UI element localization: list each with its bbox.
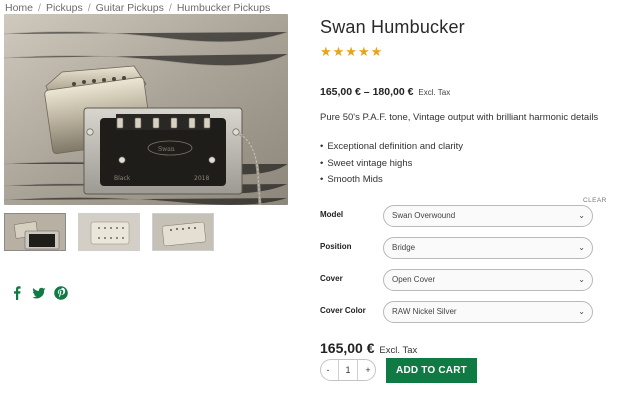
- rating-stars: ★★★★★: [320, 44, 384, 59]
- feature-list: Exceptional definition and clarity Sweet…: [320, 139, 463, 189]
- pickup-photo: Swan Black 2018: [4, 14, 288, 205]
- product-description: Pure 50's P.A.F. tone, Vintage output wi…: [320, 112, 599, 123]
- quantity-increase-button[interactable]: +: [361, 365, 375, 375]
- cover-select[interactable]: Open Cover ⌄: [383, 269, 593, 291]
- chevron-down-icon: ⌄: [578, 211, 585, 220]
- product-main-image[interactable]: Swan Black 2018: [4, 14, 288, 205]
- feature-item: Smooth Mids: [320, 172, 463, 189]
- breadcrumb-humbucker-pickups[interactable]: Humbucker Pickups: [177, 2, 270, 14]
- breadcrumb-home[interactable]: Home: [5, 2, 33, 14]
- quantity-decrease-button[interactable]: -: [321, 365, 335, 375]
- clear-options-link[interactable]: CLEAR: [583, 197, 607, 204]
- breadcrumb: Home / Pickups / Guitar Pickups / Humbucker Pi…: [5, 2, 270, 14]
- price-range-dash: –: [363, 86, 370, 98]
- twitter-icon[interactable]: [32, 286, 46, 300]
- cover-select-value: Open Cover: [392, 275, 436, 284]
- breadcrumb-separator: /: [38, 2, 41, 14]
- option-row-cover: Cover Open Cover ⌄: [320, 269, 596, 293]
- feature-item: Exceptional definition and clarity: [320, 139, 463, 156]
- option-label-cover: Cover: [320, 274, 343, 283]
- option-label-cover-color: Cover Color: [320, 306, 366, 315]
- breadcrumb-guitar-pickups[interactable]: Guitar Pickups: [96, 2, 164, 14]
- cover-color-select-value: RAW Nickel Silver: [392, 307, 457, 316]
- chevron-down-icon: ⌄: [578, 243, 585, 252]
- position-select-value: Bridge: [392, 243, 416, 252]
- thumbnail-gallery: [4, 213, 214, 251]
- engraving-black: Black: [114, 175, 131, 182]
- pinterest-icon[interactable]: [54, 286, 68, 300]
- add-to-cart-button[interactable]: ADD TO CART: [386, 358, 477, 383]
- option-row-model: Model Swan Overwound ⌄: [320, 205, 596, 229]
- thumbnail-3[interactable]: [152, 213, 214, 251]
- selected-price-tax: Excl. Tax: [379, 345, 418, 356]
- position-select[interactable]: Bridge ⌄: [383, 237, 593, 259]
- pickup-baseplate: Swan Black 2018: [83, 107, 243, 195]
- facebook-icon[interactable]: [10, 286, 24, 300]
- model-select[interactable]: Swan Overwound ⌄: [383, 205, 593, 227]
- chevron-down-icon: ⌄: [578, 307, 585, 316]
- thumbnail-2[interactable]: [78, 213, 140, 251]
- breadcrumb-pickups[interactable]: Pickups: [46, 2, 83, 14]
- option-row-cover-color: Cover Color RAW Nickel Silver ⌄: [320, 301, 596, 325]
- breadcrumb-separator: /: [87, 2, 91, 14]
- price-range-high: 180,00 €: [372, 86, 414, 98]
- price-range: 165,00 € – 180,00 € Excl. Tax: [320, 86, 450, 98]
- engraving-year: 2018: [194, 175, 209, 182]
- option-label-model: Model: [320, 210, 344, 219]
- price-range-tax: Excl. Tax: [418, 88, 451, 97]
- product-title: Swan Humbucker: [320, 17, 465, 37]
- model-select-value: Swan Overwound: [392, 211, 456, 220]
- social-share: [10, 286, 68, 300]
- chevron-down-icon: ⌄: [578, 275, 585, 284]
- option-label-position: Position: [320, 242, 352, 251]
- cover-color-select[interactable]: RAW Nickel Silver ⌄: [383, 301, 593, 323]
- selected-price: 165,00 € Excl. Tax: [320, 340, 417, 356]
- option-row-position: Position Bridge ⌄: [320, 237, 596, 261]
- price-range-low: 165,00 €: [320, 86, 361, 98]
- feature-item: Sweet vintage highs: [320, 156, 463, 173]
- quantity-stepper: - 1 +: [320, 359, 376, 381]
- breadcrumb-separator: /: [168, 2, 172, 14]
- selected-price-value: 165,00 €: [320, 340, 375, 356]
- thumbnail-1[interactable]: [4, 213, 66, 251]
- quantity-input[interactable]: 1: [338, 360, 358, 380]
- engraving-swan: Swan: [158, 146, 175, 153]
